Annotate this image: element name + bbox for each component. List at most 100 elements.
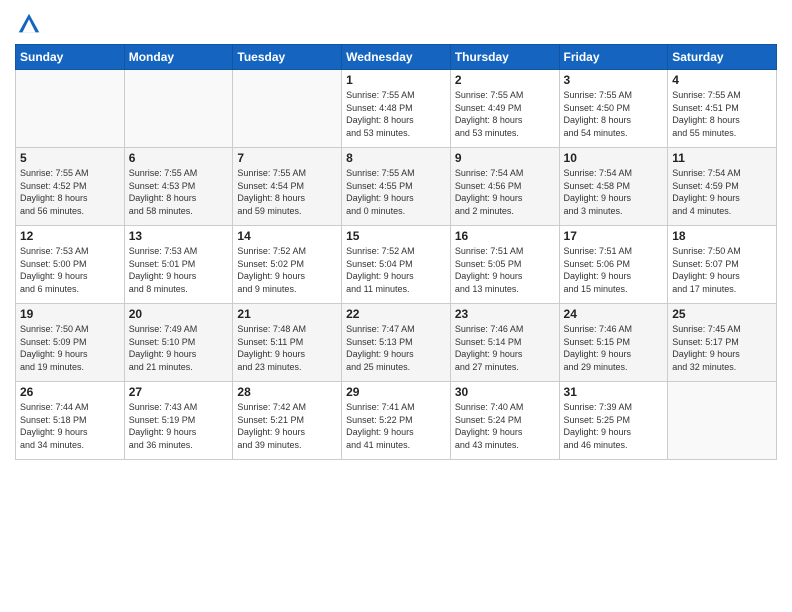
day-cell-12: 12 Sunrise: 7:53 AM Sunset: 5:00 PM Dayli…	[16, 226, 125, 304]
day-info: Sunrise: 7:47 AM Sunset: 5:13 PM Dayligh…	[346, 323, 446, 373]
day-number: 11	[672, 151, 772, 165]
day-cell-24: 24 Sunrise: 7:46 AM Sunset: 5:15 PM Dayli…	[559, 304, 668, 382]
day-info: Sunrise: 7:55 AM Sunset: 4:54 PM Dayligh…	[237, 167, 337, 217]
empty-cell	[124, 70, 233, 148]
day-info: Sunrise: 7:46 AM Sunset: 5:15 PM Dayligh…	[564, 323, 664, 373]
day-number: 30	[455, 385, 555, 399]
day-number: 15	[346, 229, 446, 243]
day-cell-4: 4Sunrise: 7:55 AM Sunset: 4:51 PM Daylig…	[668, 70, 777, 148]
day-cell-21: 21 Sunrise: 7:48 AM Sunset: 5:11 PM Dayli…	[233, 304, 342, 382]
day-number: 2	[455, 73, 555, 87]
day-number: 7	[237, 151, 337, 165]
day-info: Sunrise: 7:50 AM Sunset: 5:07 PM Dayligh…	[672, 245, 772, 295]
day-number: 18	[672, 229, 772, 243]
day-cell-29: 29Sunrise: 7:41 AM Sunset: 5:22 PM Dayli…	[342, 382, 451, 460]
weekday-header-monday: Monday	[124, 45, 233, 70]
logo	[15, 10, 47, 38]
day-info: Sunrise: 7:51 AM Sunset: 5:05 PM Dayligh…	[455, 245, 555, 295]
day-info: Sunrise: 7:44 AM Sunset: 5:18 PM Dayligh…	[20, 401, 120, 451]
day-cell-28: 28Sunrise: 7:42 AM Sunset: 5:21 PM Dayli…	[233, 382, 342, 460]
week-row-5: 26Sunrise: 7:44 AM Sunset: 5:18 PM Dayli…	[16, 382, 777, 460]
day-cell-11: 11Sunrise: 7:54 AM Sunset: 4:59 PM Dayli…	[668, 148, 777, 226]
day-cell-2: 2 Sunrise: 7:55 AM Sunset: 4:49 PM Daylig…	[450, 70, 559, 148]
day-number: 10	[564, 151, 664, 165]
day-info: Sunrise: 7:55 AM Sunset: 4:49 PM Dayligh…	[455, 89, 555, 139]
week-row-4: 19 Sunrise: 7:50 AM Sunset: 5:09 PM Dayli…	[16, 304, 777, 382]
day-number: 25	[672, 307, 772, 321]
day-info: Sunrise: 7:43 AM Sunset: 5:19 PM Dayligh…	[129, 401, 229, 451]
day-number: 5	[20, 151, 120, 165]
empty-cell	[16, 70, 125, 148]
weekday-header-friday: Friday	[559, 45, 668, 70]
day-number: 4	[672, 73, 772, 87]
day-cell-13: 13 Sunrise: 7:53 AM Sunset: 5:01 PM Dayli…	[124, 226, 233, 304]
day-cell-5: 5 Sunrise: 7:55 AM Sunset: 4:52 PM Daylig…	[16, 148, 125, 226]
weekday-header-saturday: Saturday	[668, 45, 777, 70]
day-cell-22: 22Sunrise: 7:47 AM Sunset: 5:13 PM Dayli…	[342, 304, 451, 382]
day-number: 1	[346, 73, 446, 87]
day-number: 20	[129, 307, 229, 321]
day-cell-17: 17 Sunrise: 7:51 AM Sunset: 5:06 PM Dayli…	[559, 226, 668, 304]
weekday-header-row: SundayMondayTuesdayWednesdayThursdayFrid…	[16, 45, 777, 70]
day-info: Sunrise: 7:52 AM Sunset: 5:02 PM Dayligh…	[237, 245, 337, 295]
day-cell-1: 1Sunrise: 7:55 AM Sunset: 4:48 PM Daylig…	[342, 70, 451, 148]
day-number: 16	[455, 229, 555, 243]
day-number: 9	[455, 151, 555, 165]
weekday-header-wednesday: Wednesday	[342, 45, 451, 70]
week-row-3: 12 Sunrise: 7:53 AM Sunset: 5:00 PM Dayli…	[16, 226, 777, 304]
day-number: 8	[346, 151, 446, 165]
day-cell-14: 14 Sunrise: 7:52 AM Sunset: 5:02 PM Dayli…	[233, 226, 342, 304]
day-info: Sunrise: 7:55 AM Sunset: 4:52 PM Dayligh…	[20, 167, 120, 217]
day-cell-16: 16 Sunrise: 7:51 AM Sunset: 5:05 PM Dayli…	[450, 226, 559, 304]
calendar: SundayMondayTuesdayWednesdayThursdayFrid…	[15, 44, 777, 460]
day-info: Sunrise: 7:53 AM Sunset: 5:00 PM Dayligh…	[20, 245, 120, 295]
day-info: Sunrise: 7:55 AM Sunset: 4:55 PM Dayligh…	[346, 167, 446, 217]
logo-icon	[15, 10, 43, 38]
day-number: 12	[20, 229, 120, 243]
day-info: Sunrise: 7:49 AM Sunset: 5:10 PM Dayligh…	[129, 323, 229, 373]
weekday-header-sunday: Sunday	[16, 45, 125, 70]
day-info: Sunrise: 7:39 AM Sunset: 5:25 PM Dayligh…	[564, 401, 664, 451]
day-number: 27	[129, 385, 229, 399]
day-info: Sunrise: 7:52 AM Sunset: 5:04 PM Dayligh…	[346, 245, 446, 295]
day-number: 21	[237, 307, 337, 321]
day-info: Sunrise: 7:48 AM Sunset: 5:11 PM Dayligh…	[237, 323, 337, 373]
day-info: Sunrise: 7:40 AM Sunset: 5:24 PM Dayligh…	[455, 401, 555, 451]
day-cell-8: 8 Sunrise: 7:55 AM Sunset: 4:55 PM Daylig…	[342, 148, 451, 226]
day-number: 24	[564, 307, 664, 321]
day-info: Sunrise: 7:50 AM Sunset: 5:09 PM Dayligh…	[20, 323, 120, 373]
day-cell-27: 27 Sunrise: 7:43 AM Sunset: 5:19 PM Dayli…	[124, 382, 233, 460]
weekday-header-tuesday: Tuesday	[233, 45, 342, 70]
day-info: Sunrise: 7:51 AM Sunset: 5:06 PM Dayligh…	[564, 245, 664, 295]
day-info: Sunrise: 7:54 AM Sunset: 4:56 PM Dayligh…	[455, 167, 555, 217]
day-cell-18: 18 Sunrise: 7:50 AM Sunset: 5:07 PM Dayli…	[668, 226, 777, 304]
page: SundayMondayTuesdayWednesdayThursdayFrid…	[0, 0, 792, 470]
day-cell-30: 30 Sunrise: 7:40 AM Sunset: 5:24 PM Dayli…	[450, 382, 559, 460]
day-number: 28	[237, 385, 337, 399]
day-number: 23	[455, 307, 555, 321]
day-cell-26: 26Sunrise: 7:44 AM Sunset: 5:18 PM Dayli…	[16, 382, 125, 460]
day-cell-25: 25 Sunrise: 7:45 AM Sunset: 5:17 PM Dayli…	[668, 304, 777, 382]
day-info: Sunrise: 7:55 AM Sunset: 4:50 PM Dayligh…	[564, 89, 664, 139]
day-number: 31	[564, 385, 664, 399]
week-row-2: 5 Sunrise: 7:55 AM Sunset: 4:52 PM Daylig…	[16, 148, 777, 226]
day-cell-7: 7 Sunrise: 7:55 AM Sunset: 4:54 PM Daylig…	[233, 148, 342, 226]
day-cell-15: 15 Sunrise: 7:52 AM Sunset: 5:04 PM Dayli…	[342, 226, 451, 304]
day-cell-31: 31 Sunrise: 7:39 AM Sunset: 5:25 PM Dayli…	[559, 382, 668, 460]
empty-cell	[668, 382, 777, 460]
day-number: 13	[129, 229, 229, 243]
day-number: 3	[564, 73, 664, 87]
day-number: 19	[20, 307, 120, 321]
day-info: Sunrise: 7:53 AM Sunset: 5:01 PM Dayligh…	[129, 245, 229, 295]
empty-cell	[233, 70, 342, 148]
day-cell-9: 9 Sunrise: 7:54 AM Sunset: 4:56 PM Daylig…	[450, 148, 559, 226]
day-cell-23: 23Sunrise: 7:46 AM Sunset: 5:14 PM Dayli…	[450, 304, 559, 382]
day-info: Sunrise: 7:45 AM Sunset: 5:17 PM Dayligh…	[672, 323, 772, 373]
day-number: 17	[564, 229, 664, 243]
day-cell-10: 10 Sunrise: 7:54 AM Sunset: 4:58 PM Dayli…	[559, 148, 668, 226]
day-number: 6	[129, 151, 229, 165]
day-number: 14	[237, 229, 337, 243]
day-info: Sunrise: 7:54 AM Sunset: 4:58 PM Dayligh…	[564, 167, 664, 217]
day-cell-19: 19 Sunrise: 7:50 AM Sunset: 5:09 PM Dayli…	[16, 304, 125, 382]
day-info: Sunrise: 7:55 AM Sunset: 4:53 PM Dayligh…	[129, 167, 229, 217]
